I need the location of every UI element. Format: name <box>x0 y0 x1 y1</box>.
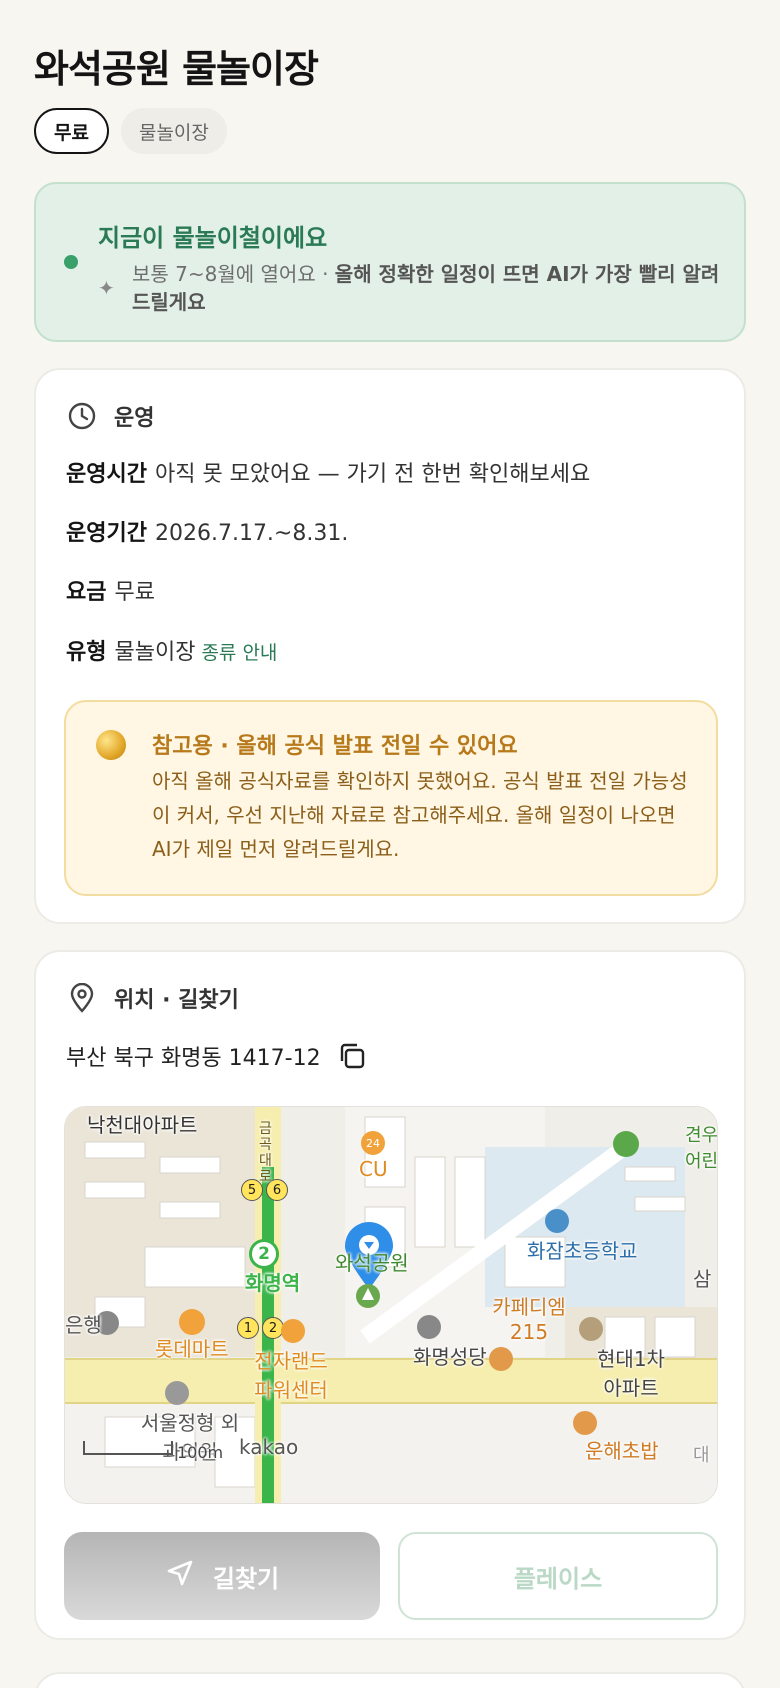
map-label-cu: CU <box>359 1157 388 1181</box>
subway-exits-bottom: 1 2 <box>237 1317 284 1339</box>
notice-desc: 아직 올해 공식자료를 확인하지 못했어요. 공식 발표 전일 가능성이 커서,… <box>152 769 688 861</box>
map-label-edge2: 삼 <box>693 1267 712 1291</box>
season-title: 지금이 물놀이철이에요 <box>98 224 328 252</box>
map-label-restaurant: 운해초밥 <box>585 1439 659 1463</box>
period-value: 2026.7.17.~8.31. <box>154 521 349 546</box>
season-banner: 지금이 물놀이철이에요 ✦ 보통 7~8월에 열어요 · 올해 정확한 일정이 … <box>34 182 746 342</box>
status-dot-icon <box>64 255 78 269</box>
type-row: 유형 물놀이장 종류 안내 <box>66 634 277 666</box>
cafe-icon <box>489 1347 513 1371</box>
location-pin-icon <box>66 982 98 1014</box>
type-label: 유형 <box>66 640 107 665</box>
church-icon <box>417 1315 441 1339</box>
map-scale-bar <box>83 1441 173 1455</box>
location-card: 위치 · 길찾기 부산 북구 화명동 1417-12 5 6 2 1 2 24 … <box>34 950 746 1640</box>
map-label-electro: 전자랜드 파워센터 <box>254 1349 328 1402</box>
park-icon <box>356 1284 380 1308</box>
location-header-label: 위치 · 길찾기 <box>114 988 239 1013</box>
reference-notice: 참고용 · 올해 공식 발표 전일 수 있어요 아직 올해 공식자료를 확인하지… <box>64 700 718 896</box>
hours-label: 운영시간 <box>66 462 147 487</box>
map-label-station: 화명역 <box>245 1271 301 1295</box>
route-button[interactable]: 길찾기 <box>64 1532 380 1620</box>
season-desc: 보통 7~8월에 열어요 · 올해 정확한 일정이 뜨면 AI가 가장 빨리 알… <box>132 262 720 314</box>
map-label-cafe: 카페디엠 215 <box>492 1295 566 1344</box>
map-label-park: 와석공원 <box>335 1251 409 1275</box>
map-label-bank: 은행 <box>65 1313 102 1337</box>
electronics-store-icon <box>281 1319 305 1343</box>
map-label-edge1: 견우 어린 <box>685 1125 718 1172</box>
chip-fee[interactable]: 무료 <box>34 108 109 154</box>
copy-icon[interactable] <box>337 1041 367 1071</box>
sparkle-icon: ✦ <box>98 276 115 300</box>
map-provider-logo: kakao <box>239 1435 299 1459</box>
places-button[interactable]: 플레이스 <box>398 1532 718 1620</box>
tag-chips: 무료 물놀이장 <box>34 108 227 154</box>
page-title: 와석공원 물놀이장 <box>34 47 319 91</box>
map-label-apt1: 낙천대아파트 <box>87 1113 198 1137</box>
map-label-apt2: 현대1차 아파트 <box>597 1347 665 1400</box>
fee-label: 요금 <box>66 580 107 605</box>
navigation-arrow-icon <box>165 1558 195 1595</box>
map-label-mart: 롯데마트 <box>155 1337 229 1361</box>
kindergarten-icon <box>613 1131 639 1157</box>
next-section-card <box>34 1672 746 1688</box>
fee-row: 요금 무료 <box>66 574 155 606</box>
fee-value: 무료 <box>114 580 155 605</box>
school-icon <box>545 1209 569 1233</box>
route-button-label: 길찾기 <box>212 1565 280 1593</box>
clock-icon <box>66 400 98 432</box>
subway-line-2-icon: 2 <box>249 1239 279 1269</box>
map-view[interactable]: 5 6 2 1 2 24 낙천대아파트 CU 화잠초등학교 와석공원 화명역 카… <box>64 1106 718 1504</box>
map-label-edge3: 대 <box>693 1445 710 1466</box>
notice-title: 참고용 · 올해 공식 발표 전일 수 있어요 <box>152 734 518 759</box>
hospital-icon <box>165 1381 189 1405</box>
address-row: 부산 북구 화명동 1417-12 <box>66 1040 367 1072</box>
mart-icon <box>179 1309 205 1335</box>
operation-header-label: 운영 <box>114 406 155 431</box>
hours-row: 운영시간 아직 못 모았어요 — 가기 전 한번 확인해보세요 <box>66 456 590 488</box>
period-label: 운영기간 <box>66 521 147 546</box>
chip-type[interactable]: 물놀이장 <box>120 108 227 154</box>
coin-icon <box>96 730 126 760</box>
operation-header: 운영 <box>66 400 154 432</box>
map-scale-label: 100m <box>177 1443 224 1462</box>
hours-value: 아직 못 모았어요 — 가기 전 한번 확인해보세요 <box>154 462 591 487</box>
restaurant-icon <box>573 1411 597 1435</box>
apartment-icon <box>579 1317 603 1341</box>
operation-card: 운영 운영시간 아직 못 모았어요 — 가기 전 한번 확인해보세요 운영기간 20… <box>34 368 746 924</box>
address-text: 부산 북구 화명동 1417-12 <box>66 1046 321 1071</box>
period-row: 운영기간 2026.7.17.~8.31. <box>66 515 348 547</box>
map-label-church: 화명성당 <box>413 1345 487 1369</box>
convenience-store-icon: 24 <box>361 1131 385 1155</box>
type-value: 물놀이장 <box>114 640 196 665</box>
type-guide-link[interactable]: 종류 안내 <box>201 642 277 664</box>
map-label-road: 금곡대로 <box>259 1121 272 1185</box>
location-header: 위치 · 길찾기 <box>66 982 239 1014</box>
map-label-school: 화잠초등학교 <box>527 1239 638 1263</box>
